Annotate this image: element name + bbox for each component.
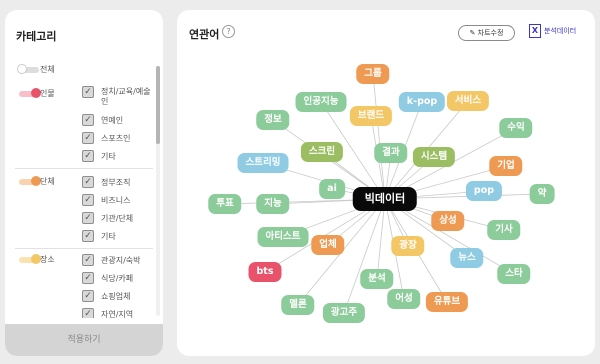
item-label: 정부조직	[101, 178, 131, 187]
toggle-place[interactable]	[19, 254, 41, 264]
checkbox[interactable]: ✓	[82, 230, 94, 242]
network-edge	[343, 198, 386, 314]
item-label: 비즈니스	[101, 196, 131, 205]
related-word[interactable]: 상성	[431, 211, 465, 231]
related-word[interactable]: 그룹	[356, 64, 390, 84]
related-word[interactable]: pop	[465, 181, 503, 201]
category-title: 카테고리	[16, 30, 57, 43]
related-word[interactable]: bts	[248, 262, 282, 282]
group-label-person: 인물	[40, 89, 55, 98]
related-word[interactable]: 결과	[374, 143, 408, 163]
checkbox[interactable]: ✓	[82, 194, 94, 206]
checkbox[interactable]: ✓	[82, 176, 94, 188]
item-label: 기타	[101, 232, 116, 241]
related-word[interactable]: 아티스트	[257, 227, 309, 247]
category-all-label: 전체	[40, 65, 55, 74]
related-word[interactable]: 약	[529, 184, 555, 204]
related-word[interactable]: 수익	[499, 118, 533, 138]
related-word[interactable]: 지능	[256, 194, 290, 214]
related-word[interactable]: 시스템	[412, 147, 456, 167]
checkbox[interactable]: ✓	[82, 290, 94, 302]
scrollbar[interactable]	[156, 66, 160, 316]
toggle-all[interactable]	[17, 64, 39, 74]
network-lines	[224, 73, 543, 314]
related-word[interactable]: 기사	[487, 220, 521, 240]
item-label: 식당/카페	[101, 274, 134, 283]
toggle-person[interactable]	[19, 88, 41, 98]
related-words-panel: 연관어 ? ✎ 차트수정 X 분석데이터 그룹 k-pop 서비스 인공지능 브랜드 정보…	[177, 10, 595, 356]
toggle-knob	[17, 64, 27, 74]
group-label-place: 장소	[40, 255, 55, 264]
related-word[interactable]: 브랜드	[349, 106, 393, 126]
item-label: 쇼핑업체	[101, 292, 131, 301]
related-word[interactable]: 광장	[391, 236, 425, 256]
checkbox[interactable]: ✓	[82, 132, 94, 144]
word-network: 그룹 k-pop 서비스 인공지능 브랜드 정보 수익스크린 결과 시스템 스트리밍 기업 ai pop…	[177, 10, 595, 356]
divider	[15, 248, 153, 249]
category-panel: 카테고리 전체 인물 ✓ 정치/교육/예술인 ✓ 연예인 ✓ 스포츠인 ✓ 기타	[5, 10, 163, 356]
related-word[interactable]: 서비스	[446, 91, 490, 111]
checkbox[interactable]: ✓	[82, 86, 94, 98]
group-label-organization: 단체	[40, 177, 55, 186]
related-word[interactable]: 스트리밍	[237, 153, 289, 173]
scrollbar-thumb[interactable]	[156, 66, 160, 144]
checkbox[interactable]: ✓	[82, 212, 94, 224]
item-label: 정치/교육/예술인	[101, 87, 151, 106]
related-word[interactable]: 스타	[497, 264, 531, 284]
item-label: 연예인	[101, 116, 124, 125]
checkbox[interactable]: ✓	[82, 308, 94, 318]
related-word[interactable]: 뉴스	[450, 248, 484, 268]
related-word[interactable]: k-pop	[398, 92, 446, 112]
related-word[interactable]: 투표	[208, 194, 242, 214]
related-word[interactable]: 멜론	[281, 295, 315, 315]
apply-button[interactable]: 적용하기	[5, 324, 163, 356]
related-word[interactable]: 광고주	[322, 303, 366, 323]
center-word[interactable]: 빅데이터	[352, 187, 418, 211]
checkbox[interactable]: ✓	[82, 254, 94, 266]
related-word[interactable]: 어성	[387, 289, 421, 309]
toggle-organization[interactable]	[19, 176, 41, 186]
related-word[interactable]: ai	[319, 179, 345, 199]
checkbox[interactable]: ✓	[82, 150, 94, 162]
related-word[interactable]: 인공지능	[295, 92, 347, 112]
checkbox[interactable]: ✓	[82, 114, 94, 126]
related-word[interactable]: 기업	[489, 156, 523, 176]
related-word[interactable]: 스크린	[300, 142, 344, 162]
related-word[interactable]: 유튜브	[425, 292, 469, 312]
checkbox[interactable]: ✓	[82, 272, 94, 284]
related-word[interactable]: 분석	[360, 269, 394, 289]
category-list: 전체 인물 ✓ 정치/교육/예술인 ✓ 연예인 ✓ 스포츠인 ✓ 기타 단체 ✓…	[5, 56, 155, 318]
divider	[15, 168, 153, 169]
item-label: 관광지/숙박	[101, 256, 141, 265]
item-label: 기관/단체	[101, 214, 134, 223]
item-label: 자연/지역	[101, 310, 134, 318]
related-word[interactable]: 업체	[311, 235, 345, 255]
related-word[interactable]: 정보	[256, 110, 290, 130]
item-label: 스포츠인	[101, 134, 131, 143]
item-label: 기타	[101, 152, 116, 161]
